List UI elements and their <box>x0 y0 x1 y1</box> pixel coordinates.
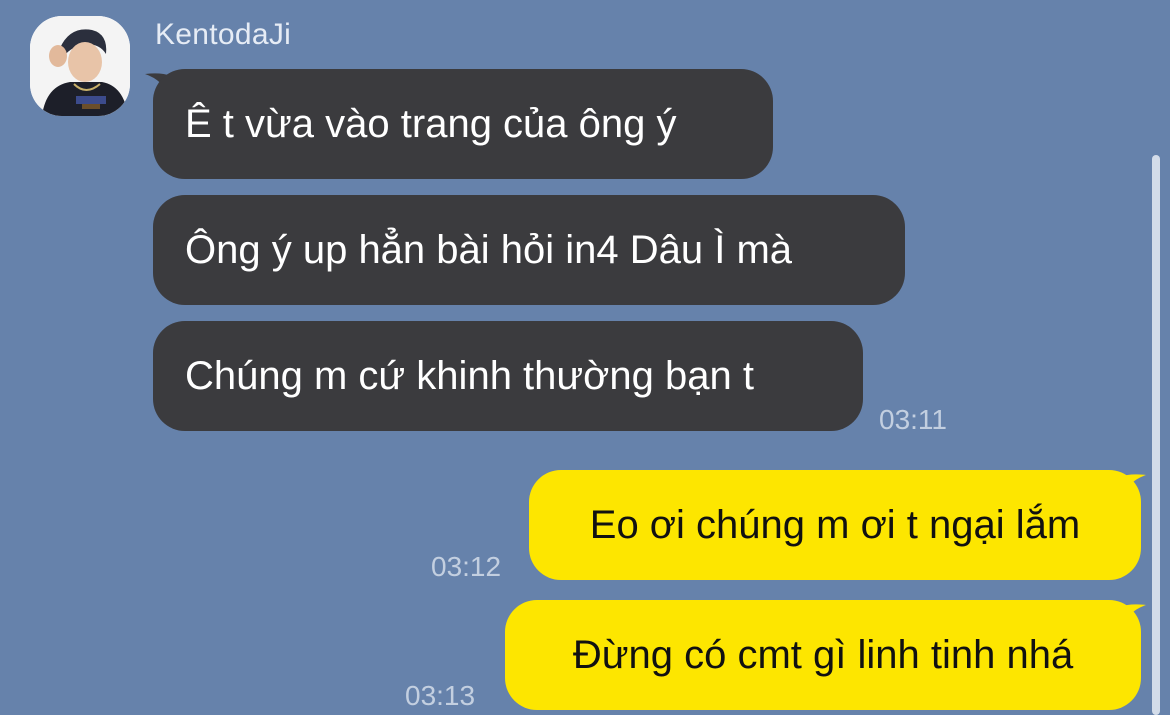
incoming-message-bubble[interactable]: Ê t vừa vào trang của ông ý <box>153 69 773 179</box>
outgoing-bubble-tail <box>1120 474 1146 499</box>
chat-scrollbar[interactable] <box>1152 155 1160 715</box>
message-text: Đừng có cmt gì linh tinh nhá <box>572 633 1074 677</box>
outgoing-message-bubble[interactable]: Eo ơi chúng m ơi t ngại lắm <box>529 470 1141 580</box>
chat-view: KentodaJi Ê t vừa vào trang của ông ý Ôn… <box>0 0 1170 715</box>
message-text: Ông ý up hẳn bài hỏi in4 Dâu Ì mà <box>185 228 793 272</box>
incoming-message-bubble[interactable]: Ông ý up hẳn bài hỏi in4 Dâu Ì mà <box>153 195 905 305</box>
message-text: Ê t vừa vào trang của ông ý <box>185 102 677 146</box>
message-timestamp: 03:13 <box>405 680 476 711</box>
message-timestamp: 03:12 <box>431 551 502 582</box>
sender-name[interactable]: KentodaJi <box>155 18 291 52</box>
incoming-message-bubble[interactable]: Chúng m cứ khinh thường bạn t <box>153 321 863 431</box>
outgoing-bubble-tail <box>1120 604 1146 629</box>
message-text: Eo ơi chúng m ơi t ngại lắm <box>589 503 1081 547</box>
message-text: Chúng m cứ khinh thường bạn t <box>185 354 754 398</box>
message-timestamp: 03:11 <box>879 404 947 435</box>
outgoing-message-bubble[interactable]: Đừng có cmt gì linh tinh nhá <box>505 600 1141 710</box>
sender-avatar[interactable] <box>30 16 130 116</box>
avatar-photo-icon <box>30 16 130 116</box>
